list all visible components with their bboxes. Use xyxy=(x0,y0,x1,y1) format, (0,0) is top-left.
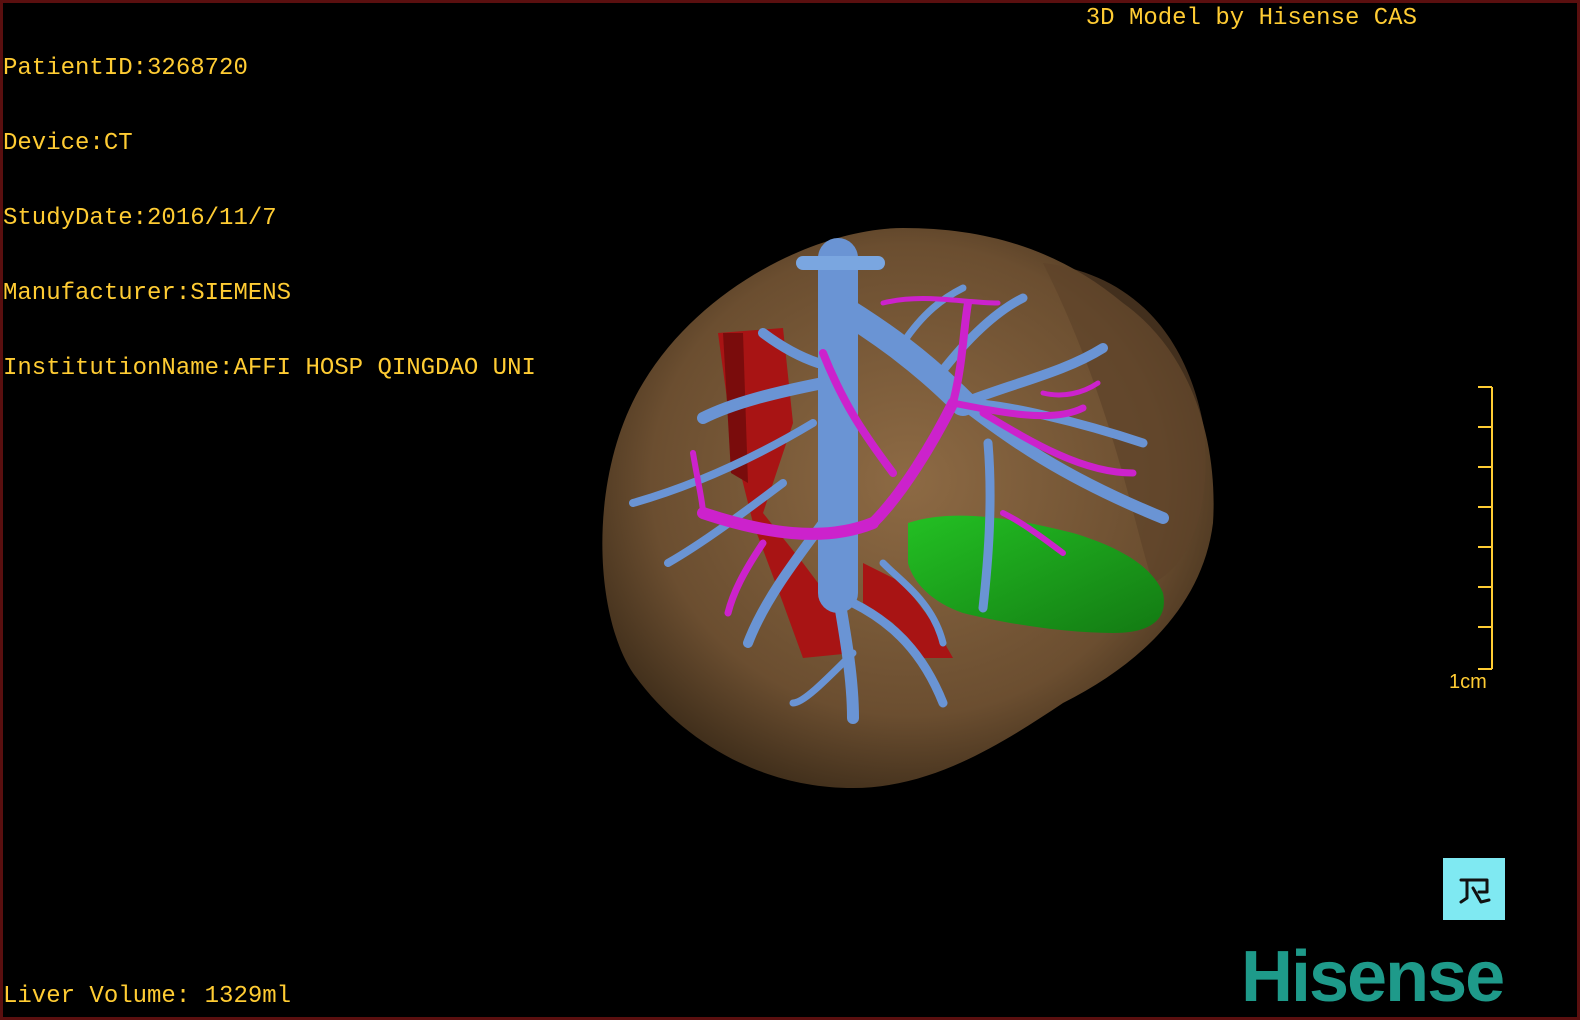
scale-bar xyxy=(1478,386,1493,670)
render-viewport[interactable]: PatientID:3268720 Device:CT StudyDate:20… xyxy=(0,0,1580,1020)
patient-id-text: PatientID:3268720 xyxy=(3,55,248,82)
scale-label: 1cm xyxy=(1449,671,1487,693)
hisense-logo: Hisense xyxy=(1241,937,1505,1017)
patient-info-panel: PatientID:3268720 Device:CT StudyDate:20… xyxy=(3,6,536,431)
orientation-icon xyxy=(1459,878,1491,904)
study-date-text: StudyDate:2016/11/7 xyxy=(3,205,277,232)
model-credit-text: 3D Model by Hisense CAS xyxy=(1085,5,1417,32)
liver-volume-text: Liver Volume: 1329ml xyxy=(3,983,292,1010)
device-text: Device:CT xyxy=(3,130,133,157)
orientation-button[interactable] xyxy=(1443,858,1505,920)
manufacturer-text: Manufacturer:SIEMENS xyxy=(3,280,292,307)
institution-text: InstitutionName:AFFI HOSP QINGDAO UNI xyxy=(3,355,536,382)
